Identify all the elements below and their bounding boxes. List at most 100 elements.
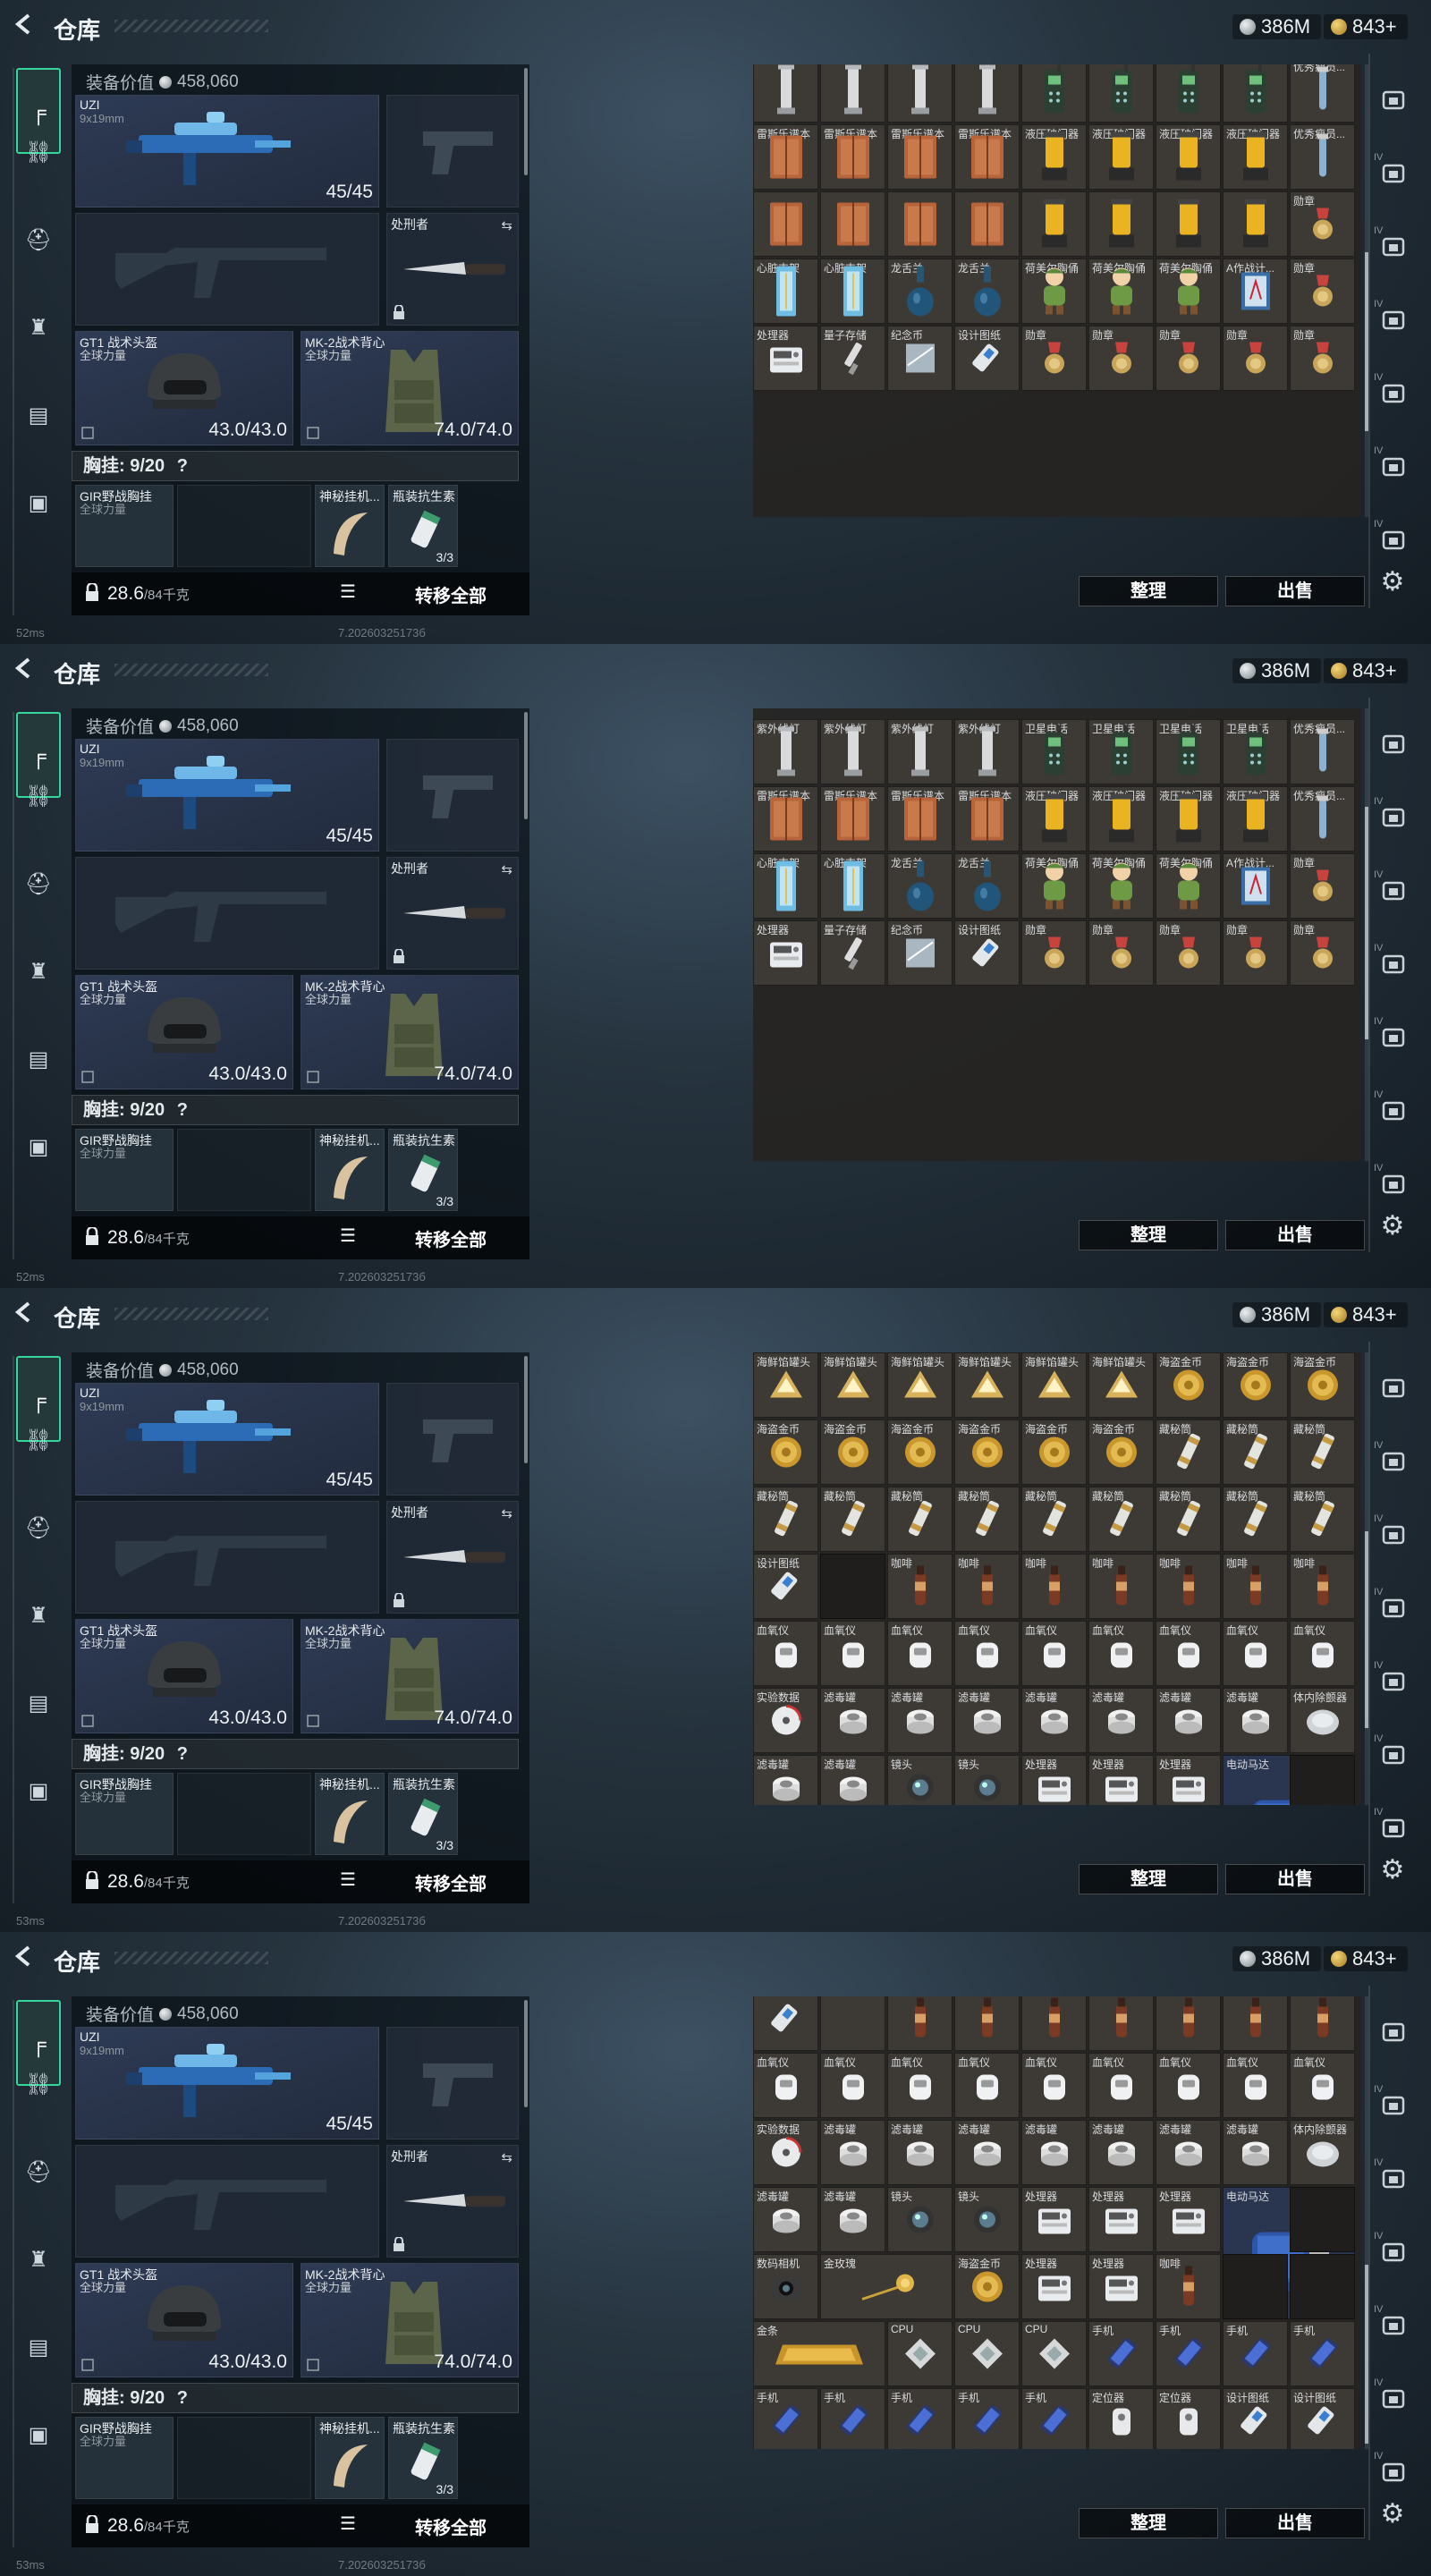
inventory-item[interactable]: 金玫瑰 <box>820 2254 953 2319</box>
inventory-item[interactable]: 雷斯乐谱本 <box>954 124 1020 190</box>
safebox-icon[interactable]: ▣ <box>16 2413 61 2458</box>
inventory-item[interactable]: 液压破门器 <box>1156 124 1221 190</box>
inventory-item[interactable]: 藏秘筒 <box>887 1487 953 1552</box>
inventory-item[interactable]: 滤毒罐 <box>1088 2120 1154 2185</box>
inventory-item[interactable]: 滤毒罐 <box>887 1688 953 1753</box>
melee-slot[interactable]: 处刑者 ⇆ <box>386 1501 519 1614</box>
inventory-item[interactable]: 滤毒罐 <box>1088 1688 1154 1753</box>
inventory-item[interactable]: 紫外线灯 <box>820 719 885 784</box>
inventory-item[interactable]: 荷美尔陶俑 <box>1088 853 1154 919</box>
bag-icon[interactable]: ♜ <box>16 2238 61 2283</box>
inventory-item[interactable]: 荷美尔陶俑 <box>1156 853 1221 919</box>
inventory-item[interactable]: 咖啡 <box>1021 1554 1087 1619</box>
inventory-item[interactable]: 手机 <box>887 2388 953 2449</box>
inventory-item[interactable] <box>820 191 885 257</box>
inventory-item[interactable]: 定位器 <box>1156 2388 1221 2449</box>
helmet-icon[interactable]: ⛑ <box>16 1506 61 1551</box>
inventory-item[interactable]: 手机 <box>954 2388 1020 2449</box>
rail-item-4[interactable]: IV <box>1374 2231 1413 2270</box>
inventory-item[interactable]: 海盗金币 <box>1088 1419 1154 1485</box>
sell-button[interactable]: 出售 <box>1225 576 1365 606</box>
inventory-item[interactable]: 液压破门器 <box>1088 124 1154 190</box>
inventory-item[interactable]: 海鲜馅罐头 <box>1021 1352 1087 1418</box>
inventory-item[interactable]: 设计图纸 <box>954 920 1020 986</box>
secondary-weapon-slot[interactable] <box>75 857 379 970</box>
inventory-item[interactable]: 血氧仪 <box>954 1621 1020 1686</box>
gear-icon[interactable]: ⚙ <box>1377 2499 1408 2529</box>
inventory-item[interactable]: 滤毒罐 <box>1223 1688 1288 1753</box>
inventory-item[interactable] <box>1223 2254 1288 2319</box>
inventory-item[interactable]: 咖啡 <box>1088 1554 1154 1619</box>
rail-item-6[interactable]: IV <box>1374 445 1413 485</box>
inventory-item[interactable]: 藏秘筒 <box>820 1487 885 1552</box>
inventory-item[interactable]: 勋章 <box>1290 853 1355 919</box>
gear-icon[interactable]: ⚙ <box>1377 1855 1408 1885</box>
back-arrow-icon[interactable] <box>13 1945 38 1970</box>
transfer-all-button[interactable]: 转移全部 <box>415 1869 487 1895</box>
inventory-item[interactable]: 咖啡 <box>1223 1554 1288 1619</box>
inventory-item[interactable]: 咖啡 <box>1156 1554 1221 1619</box>
back-arrow-icon[interactable] <box>13 657 38 682</box>
inventory-item[interactable]: 海盗金币 <box>753 1419 818 1485</box>
inventory-item[interactable]: 龙舌兰 <box>887 258 953 324</box>
list-icon[interactable]: ☰ <box>340 1871 360 1889</box>
inventory-item[interactable]: 海盗金币 <box>820 1419 885 1485</box>
inventory-item[interactable]: 血氧仪 <box>820 1621 885 1686</box>
sort-button[interactable]: 整理 <box>1079 2508 1218 2538</box>
armor-icon[interactable]: ⛓ <box>16 775 61 819</box>
inventory-item[interactable]: 海盗金币 <box>1156 1352 1221 1418</box>
inventory-item[interactable]: 藏秘筒 <box>954 1487 1020 1552</box>
chest-rig-icon[interactable]: ▤ <box>16 2326 61 2370</box>
inventory-item[interactable]: 荷美尔陶俑 <box>1088 258 1154 324</box>
help-icon[interactable]: ? <box>177 1744 188 1764</box>
inventory-item[interactable]: 液压破门器 <box>1223 124 1288 190</box>
inventory-item[interactable]: 镜头 <box>887 1755 953 1805</box>
inventory-item[interactable] <box>1156 191 1221 257</box>
loadout-scrollbar[interactable] <box>524 712 528 819</box>
inventory-item[interactable]: 镜头 <box>887 2187 953 2252</box>
inventory-item[interactable]: 卫星电话 <box>1156 719 1221 784</box>
armor-slot[interactable]: MK-2战术背心 全球力量 74.0/74.0 <box>301 975 519 1089</box>
helmet-slot[interactable]: GT1 战术头盔 全球力量 43.0/43.0 <box>75 2263 293 2377</box>
inventory-item[interactable]: 处理器 <box>1021 1755 1087 1805</box>
back-arrow-icon[interactable] <box>13 13 38 38</box>
inventory-item[interactable]: 勋章 <box>1088 920 1154 986</box>
armor-icon[interactable]: ⛓ <box>16 131 61 175</box>
inventory-item[interactable]: CPU <box>1021 2321 1087 2386</box>
sidearm-slot[interactable] <box>386 95 519 208</box>
sort-button[interactable]: 整理 <box>1079 1864 1218 1894</box>
rail-item-6[interactable]: IV <box>1374 1089 1413 1129</box>
transfer-all-button[interactable]: 转移全部 <box>415 1225 487 1251</box>
secondary-weapon-slot[interactable] <box>75 1501 379 1614</box>
inventory-item[interactable]: CPU <box>887 2321 953 2386</box>
bag-icon[interactable]: ♜ <box>16 306 61 351</box>
primary-weapon-slot[interactable]: UZI 9x19mm 45/45 <box>75 739 379 852</box>
inventory-item[interactable]: 心脏支架 <box>753 853 818 919</box>
chest-rig-icon[interactable]: ▤ <box>16 1682 61 1726</box>
inventory-item[interactable]: 血氧仪 <box>753 1621 818 1686</box>
inventory-item[interactable]: 雷斯乐谱本 <box>887 124 953 190</box>
inventory-item[interactable]: 藏秘筒 <box>1156 1487 1221 1552</box>
inventory-item[interactable]: 处理器 <box>1088 2254 1154 2319</box>
inventory-item[interactable]: 滤毒罐 <box>887 2120 953 2185</box>
helmet-icon[interactable]: ⛑ <box>16 862 61 907</box>
inventory-item[interactable]: 咖啡 <box>954 1554 1020 1619</box>
inventory-item[interactable]: 手机 <box>1290 2321 1355 2386</box>
gold-currency[interactable]: 843+ <box>1324 1302 1408 1327</box>
rail-item-5[interactable]: IV <box>1374 372 1413 411</box>
rail-item-1[interactable] <box>1374 1367 1413 1406</box>
inventory-item[interactable] <box>954 64 1020 123</box>
inventory-item[interactable]: 滤毒罐 <box>1156 1688 1221 1753</box>
sell-button[interactable]: 出售 <box>1225 1864 1365 1894</box>
inventory-item[interactable]: 血氧仪 <box>887 1621 953 1686</box>
inventory-item[interactable]: 血氧仪 <box>1223 2053 1288 2118</box>
inventory-item[interactable]: 优秀瘦员... <box>1290 719 1355 784</box>
inventory-item[interactable]: 紫外线灯 <box>753 719 818 784</box>
inventory-item[interactable]: 龙舌兰 <box>954 853 1020 919</box>
inventory-item[interactable]: 勋章 <box>1223 920 1288 986</box>
inventory-item[interactable] <box>1088 1996 1154 2051</box>
inventory-item[interactable]: 血氧仪 <box>1021 1621 1087 1686</box>
inventory-item[interactable]: 血氧仪 <box>1156 1621 1221 1686</box>
helmet-icon[interactable]: ⛑ <box>16 2150 61 2195</box>
inventory-item[interactable]: 心脏支架 <box>820 853 885 919</box>
